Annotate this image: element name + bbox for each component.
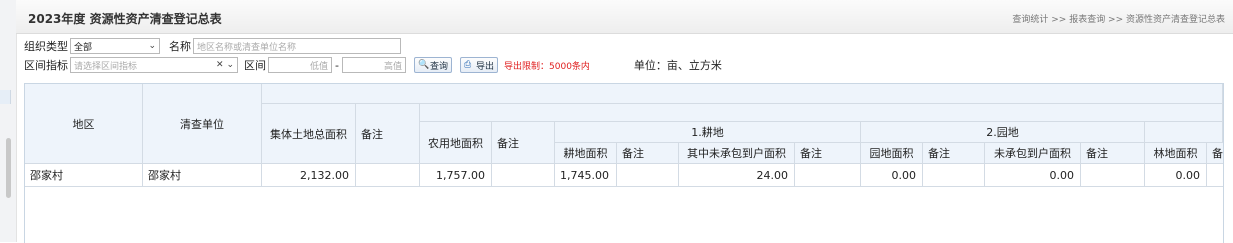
cell-collective-total: 2,132.00 [262,164,356,187]
col-group-garden: 2.园地 [861,122,1145,143]
cell-remark-4 [795,164,861,187]
cell-remark-7 [1207,164,1223,187]
indicator-label: 区间指标 [24,59,68,72]
cell-forest-area: 0.00 [1145,164,1207,187]
col-header-remark-5: 备注 [923,143,985,164]
col-header-uncontracted-area: 其中未承包到户面积 [679,143,795,164]
org-type-label: 组织类型 [24,40,68,53]
col-header-collective-total: 集体土地总面积 [262,104,356,164]
export-button[interactable]: ⎙ 导出 [460,57,499,73]
name-label: 名称 [169,40,191,53]
unit-text: 单位：亩、立方米 [633,59,722,72]
export-icon: ⎙ [464,60,472,70]
col-header-remark-6: 备注 [1081,143,1145,164]
filter-row-1: 组织类型 全部 ⌄ 名称 地区名称或清查单位名称 [24,37,401,55]
search-icon: 🔍 [417,60,430,70]
left-rail [0,0,17,242]
query-button-label: 查询 [429,61,448,72]
range-high-input[interactable]: 高值 [341,57,406,73]
range-separator: - [335,58,339,72]
col-header-remark-3: 备注 [617,143,679,164]
filter-row-2: 区间指标 请选择区间指标 ✕ ⌄ 区间 低值 - 高值 🔍 查询 ⎙ 导出 导出… [24,56,722,74]
header-band [262,84,1223,104]
org-type-select[interactable]: 全部 ⌄ [70,38,160,54]
cell-unit[interactable]: 邵家村 [143,164,262,187]
chevron-down-icon: ⌄ [148,41,156,51]
page-header: 2023年度 资源性资产清查登记总表 查询统计 >> 报表查询 >> 资源性资产… [16,0,1233,34]
cell-remark-5 [923,164,985,187]
cell-remark-3 [617,164,679,187]
query-button[interactable]: 🔍 查询 [413,57,452,73]
cell-remark-2 [492,164,555,187]
col-header-cultivated-area: 耕地面积 [555,143,617,164]
col-group-cultivated: 1.耕地 [555,122,861,143]
col-header-remark-4: 备注 [795,143,861,164]
page-title: 2023年度 资源性资产清查登记总表 [28,12,222,26]
data-grid: 地区 清查单位 集体土地总面积 备注 农用地面积 备注 1.耕地 2.园地 耕地… [24,83,1224,243]
rail-marker [0,90,11,104]
col-header-unit: 清查单位 [143,84,262,164]
cell-remark-6 [1081,164,1145,187]
rail-scrollbar[interactable] [6,138,11,198]
cell-garden-uncontracted: 0.00 [985,164,1081,187]
export-limit-note: 导出限制：5000条内 [504,61,590,72]
range-low-placeholder: 低值 [309,61,328,72]
col-header-farm-area: 农用地面积 [420,122,492,164]
col-header-remark-1: 备注 [356,104,420,164]
cell-farm-area: 1,757.00 [420,164,492,187]
col-header-forest-area: 林地面积 [1145,143,1207,164]
col-group-forest [1145,122,1223,143]
col-header-garden-area: 园地面积 [861,143,923,164]
col-header-remark-7: 备 [1207,143,1223,164]
range-low-input[interactable]: 低值 [268,57,332,73]
col-header-remark-2: 备注 [492,122,555,164]
breadcrumb: 查询统计 >> 报表查询 >> 资源性资产清查登记总表 [1012,15,1225,25]
indicator-select[interactable]: 请选择区间指标 ✕ ⌄ [70,57,238,73]
cell-cultivated-area: 1,745.00 [555,164,617,187]
name-input[interactable]: 地区名称或清查单位名称 [193,38,401,54]
org-type-value: 全部 [74,42,93,53]
export-button-label: 导出 [476,61,495,72]
filter-panel: 组织类型 全部 ⌄ 名称 地区名称或清查单位名称 区间指标 请选择区间指标 ✕ … [24,36,824,76]
clear-icon[interactable]: ✕ ⌄ [216,60,234,70]
range-label: 区间 [244,59,266,72]
col-header-region: 地区 [25,84,143,164]
cell-uncontracted-area: 24.00 [679,164,795,187]
cell-region[interactable]: 邵家村 [25,164,143,187]
cell-garden-area: 0.00 [861,164,923,187]
header-band-2 [420,104,1223,122]
range-high-placeholder: 高值 [383,61,402,72]
indicator-placeholder: 请选择区间指标 [74,61,138,72]
name-placeholder: 地区名称或清查单位名称 [197,42,297,53]
col-header-garden-uncontracted: 未承包到户面积 [985,143,1081,164]
cell-remark-1 [356,164,420,187]
